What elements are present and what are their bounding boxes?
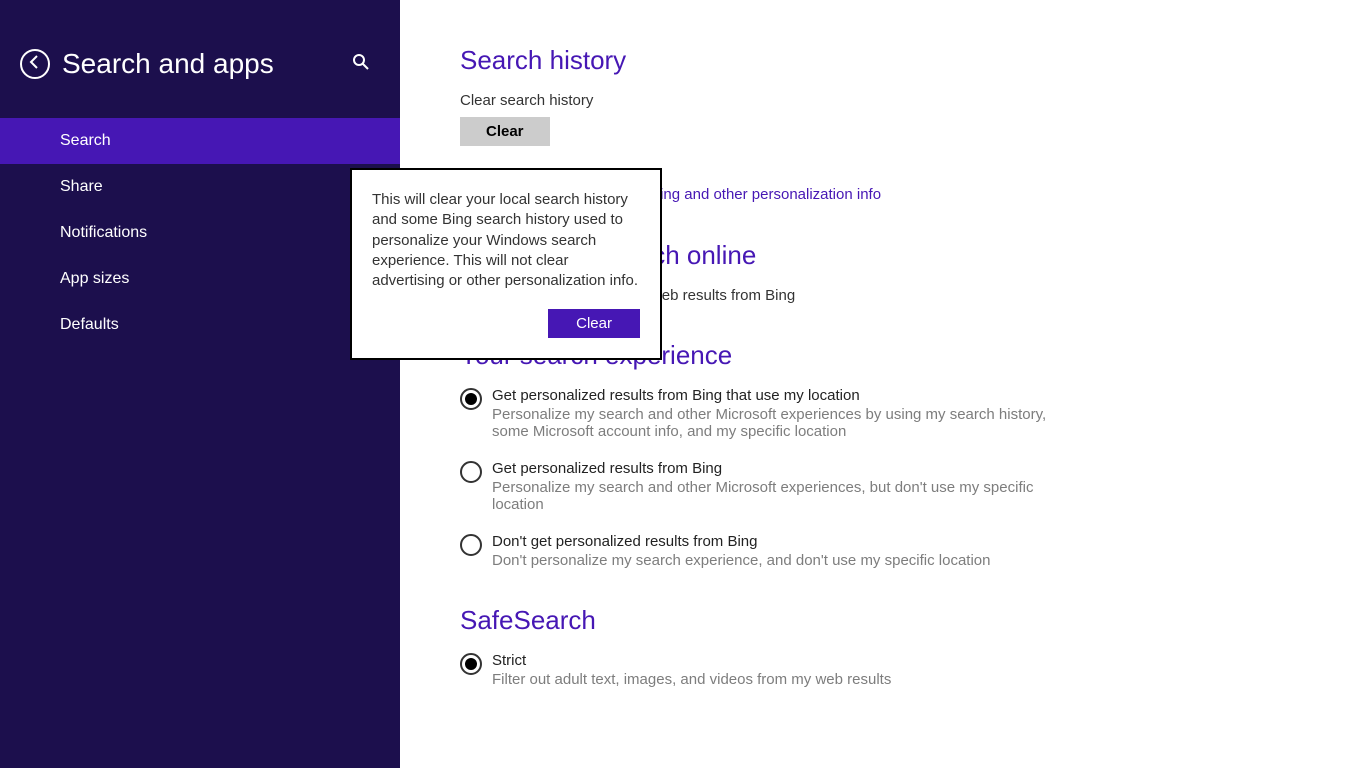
clear-history-label: Clear search history: [460, 92, 1306, 109]
sidebar-item-search[interactable]: Search: [0, 118, 400, 164]
sidebar-item-app-sizes[interactable]: App sizes: [0, 256, 400, 302]
clear-button[interactable]: Clear: [460, 117, 550, 146]
nav-label: App sizes: [60, 270, 129, 287]
radio-icon: [460, 653, 482, 675]
sidebar-item-notifications[interactable]: Notifications: [0, 210, 400, 256]
radio-title: Get personalized results from Bing that …: [492, 387, 1306, 404]
radio-title: Don't get personalized results from Bing: [492, 533, 1306, 550]
dialog-clear-button[interactable]: Clear: [548, 309, 640, 338]
radio-title: Strict: [492, 652, 1306, 669]
radio-option-personalized-location[interactable]: Get personalized results from Bing that …: [460, 387, 1306, 440]
page-title: Search and apps: [62, 48, 352, 80]
sidebar-item-defaults[interactable]: Defaults: [0, 302, 400, 348]
sidebar-item-share[interactable]: Share: [0, 164, 400, 210]
radio-option-strict[interactable]: Strict Filter out adult text, images, an…: [460, 652, 1306, 688]
sidebar: Search and apps Search Share Notificatio…: [0, 0, 400, 768]
arrow-left-icon: [27, 54, 43, 75]
sidebar-header: Search and apps: [0, 0, 400, 108]
content-area: Search history Clear search history Clea…: [400, 0, 1366, 768]
dialog-text: This will clear your local search histor…: [372, 190, 640, 291]
radio-content: Get personalized results from Bing Perso…: [492, 460, 1306, 513]
radio-option-no-personalized[interactable]: Don't get personalized results from Bing…: [460, 533, 1306, 569]
radio-content: Don't get personalized results from Bing…: [492, 533, 1306, 569]
radio-title: Get personalized results from Bing: [492, 460, 1306, 477]
nav-label: Notifications: [60, 224, 147, 241]
radio-content: Strict Filter out adult text, images, an…: [492, 652, 1306, 688]
clear-history-dialog: This will clear your local search histor…: [350, 168, 662, 360]
radio-icon: [460, 534, 482, 556]
nav-label: Search: [60, 132, 111, 149]
section-search-experience: Your search experience Get personalized …: [460, 340, 1306, 569]
nav-label: Share: [60, 178, 103, 195]
radio-desc: Personalize my search and other Microsof…: [492, 479, 1052, 513]
nav-label: Defaults: [60, 316, 119, 333]
radio-desc: Don't personalize my search experience, …: [492, 552, 1052, 569]
section-title: SafeSearch: [460, 605, 1306, 636]
radio-icon: [460, 461, 482, 483]
radio-desc: Personalize my search and other Microsof…: [492, 406, 1052, 440]
dialog-actions: Clear: [372, 309, 640, 338]
radio-option-personalized[interactable]: Get personalized results from Bing Perso…: [460, 460, 1306, 513]
section-title: Search history: [460, 45, 1306, 76]
section-safesearch: SafeSearch Strict Filter out adult text,…: [460, 605, 1306, 688]
radio-icon: [460, 388, 482, 410]
radio-content: Get personalized results from Bing that …: [492, 387, 1306, 440]
search-icon[interactable]: [352, 53, 370, 76]
back-button[interactable]: [20, 49, 50, 79]
radio-desc: Filter out adult text, images, and video…: [492, 671, 1052, 688]
nav-list: Search Share Notifications App sizes Def…: [0, 118, 400, 348]
